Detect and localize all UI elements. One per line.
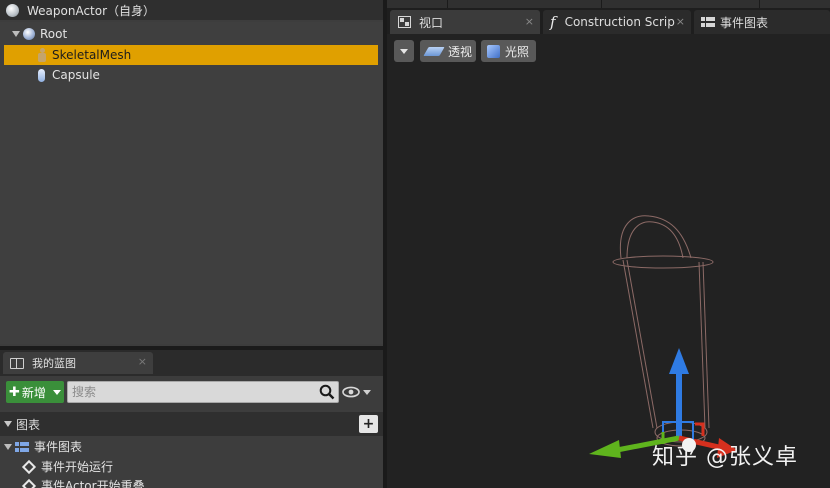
scene-root-icon xyxy=(23,28,35,40)
graphs-section-label: 图表 xyxy=(16,417,41,432)
graphs-section-header[interactable]: 图表 + xyxy=(0,412,383,436)
list-item-label: 事件Actor开始重叠 xyxy=(41,479,145,488)
expand-arrow-icon[interactable] xyxy=(4,421,12,427)
list-item-event-graph[interactable]: 事件图表 xyxy=(4,437,82,456)
event-node-icon xyxy=(21,459,37,474)
list-item-event-actor-begin-overlap[interactable]: 事件Actor开始重叠 xyxy=(21,476,145,488)
tree-item-label: SkeletalMesh xyxy=(52,48,132,62)
viewport-icon xyxy=(398,16,411,28)
skeletal-mesh-icon xyxy=(37,48,47,62)
chevron-down-icon xyxy=(400,48,408,54)
components-header-title: WeaponActor（自身） xyxy=(27,3,156,18)
eye-icon[interactable] xyxy=(342,385,360,399)
tree-item-skeletalmesh[interactable]: SkeletalMesh xyxy=(4,45,378,65)
tab-label: Construction Scrip xyxy=(564,15,675,29)
close-icon[interactable]: × xyxy=(676,15,685,28)
expand-arrow-icon[interactable] xyxy=(12,31,20,37)
components-header[interactable]: WeaponActor（自身） xyxy=(0,0,383,20)
add-new-label: 新增 xyxy=(21,385,46,400)
perspective-label: 透视 xyxy=(448,44,473,59)
tab-event-graph[interactable]: 事件图表 xyxy=(694,10,830,34)
event-node-icon xyxy=(21,478,37,488)
expand-arrow-icon[interactable] xyxy=(4,443,12,450)
tree-item-root[interactable]: Root xyxy=(4,24,378,44)
tab-my-blueprint[interactable]: 我的蓝图 × xyxy=(3,352,153,374)
list-item-label: 事件图表 xyxy=(34,440,83,454)
chevron-down-icon xyxy=(53,390,61,395)
perspective-button[interactable]: 透视 xyxy=(420,40,476,62)
list-item-event-begin-play[interactable]: 事件开始运行 xyxy=(21,457,114,476)
tab-label: 我的蓝图 xyxy=(32,357,76,370)
left-panel: WeaponActor（自身） Root SkeletalMesh Capsul… xyxy=(0,0,383,488)
event-graph-icon xyxy=(15,441,30,453)
lit-cube-icon xyxy=(487,44,500,58)
component-tree: Root SkeletalMesh Capsule xyxy=(0,22,383,344)
tab-label: 事件图表 xyxy=(720,15,769,30)
tab-label: 视口 xyxy=(419,15,444,30)
top-strip xyxy=(387,0,830,8)
tab-viewport[interactable]: 视口 × xyxy=(390,10,540,34)
tree-item-label: Capsule xyxy=(52,68,100,82)
viewport-canvas[interactable]: 透视 光照 知乎 @张义卓 xyxy=(387,34,830,488)
search-input[interactable] xyxy=(67,381,339,403)
editor-tabbar: 视口 × f Construction Scrip × 事件图表 xyxy=(387,8,830,34)
viewport-options-button[interactable] xyxy=(394,40,414,62)
capsule-icon xyxy=(38,68,45,82)
close-icon[interactable]: × xyxy=(138,355,147,368)
book-icon xyxy=(10,357,24,369)
actor-sphere-icon xyxy=(6,3,19,17)
perspective-icon xyxy=(423,46,445,56)
add-graph-button[interactable]: + xyxy=(359,415,378,433)
lit-label: 光照 xyxy=(505,44,530,59)
my-blueprint-tabbar: 我的蓝图 × xyxy=(0,350,383,376)
search-icon[interactable] xyxy=(319,384,335,400)
close-icon[interactable]: × xyxy=(525,15,534,28)
capsule-wireframe xyxy=(612,215,714,447)
list-item-label: 事件开始运行 xyxy=(41,460,114,474)
viewport-scene xyxy=(589,215,737,458)
add-new-button[interactable]: ✚ 新增 xyxy=(6,381,64,403)
plus-icon: ✚ xyxy=(9,384,20,400)
graph-list: 事件图表 事件开始运行 事件Actor开始重叠 xyxy=(0,437,383,488)
tab-construction-script[interactable]: f Construction Scrip × xyxy=(543,10,691,34)
view-options-dropdown-icon[interactable] xyxy=(363,390,371,395)
editor-area: 视口 × f Construction Scrip × 事件图表 透视 光照 知… xyxy=(387,0,830,488)
tree-item-capsule[interactable]: Capsule xyxy=(4,65,378,85)
my-blueprint-toolbar: ✚ 新增 xyxy=(0,376,383,410)
lit-mode-button[interactable]: 光照 xyxy=(481,40,536,62)
event-graph-icon xyxy=(701,16,716,28)
function-icon: f xyxy=(550,13,556,31)
tree-item-label: Root xyxy=(40,27,68,41)
watermark: 知乎 @张义卓 xyxy=(652,445,798,470)
